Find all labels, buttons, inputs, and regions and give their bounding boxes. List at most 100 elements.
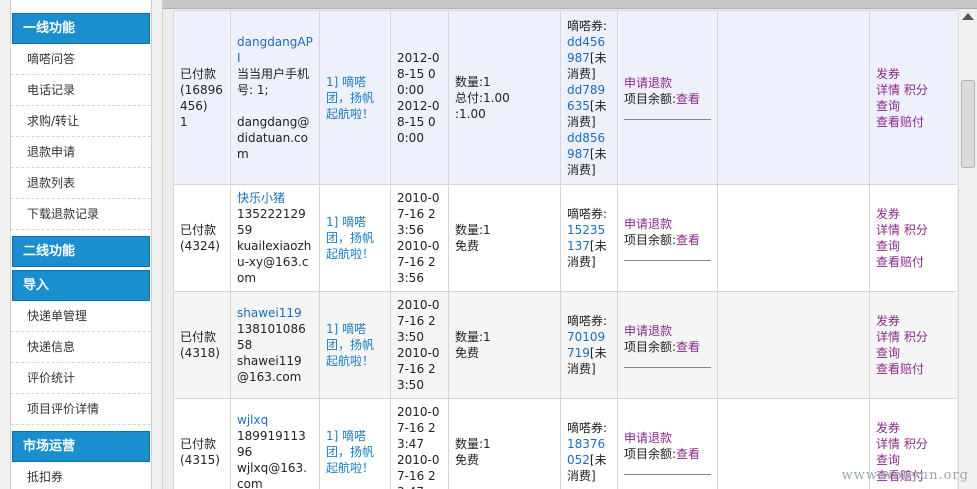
points-link[interactable]: 积分 xyxy=(904,330,928,344)
refund-block: 申请退款 项目余额:查看 xyxy=(624,323,711,368)
empty-cell xyxy=(717,184,870,292)
apply-refund-link[interactable]: 申请退款 xyxy=(624,324,672,338)
amount-cell: 数量:1 免费 xyxy=(448,291,561,399)
sidebar-section-import[interactable]: 导入 xyxy=(12,270,150,301)
refund-cell: 申请退款 项目余额:查看 xyxy=(617,398,718,489)
user-cell: 快乐小猪 13522212959 kuailexiaozhu-xy@163.co… xyxy=(230,184,320,292)
scroll-up-icon[interactable] xyxy=(962,13,974,20)
time-cell: 2012-08-15 00:00 2012-08-15 00:00 xyxy=(390,10,449,185)
view-balance-link[interactable]: 查看 xyxy=(676,447,700,461)
refund-block: 申请退款 项目余额:查看 xyxy=(624,216,711,261)
table-header-bar xyxy=(163,0,977,9)
coupon-cell: 嘀嗒券: 15235137[未消费] xyxy=(560,184,618,292)
query-link[interactable]: 查询 xyxy=(876,99,900,113)
query-link[interactable]: 查询 xyxy=(876,239,900,253)
amount-cell: 数量:1 免费 xyxy=(448,184,561,292)
balance-label: 项目余额: xyxy=(624,232,677,247)
pay-time: 2010-07-16 23:47 xyxy=(397,453,440,489)
points-link[interactable]: 积分 xyxy=(904,437,928,451)
order-time: 2012-08-15 00:00 xyxy=(397,50,440,97)
view-balance-link[interactable]: 查看 xyxy=(676,340,700,354)
coupon-label: 嘀嗒券: xyxy=(567,207,608,221)
sidebar-item-download-refund[interactable]: 下载退款记录 xyxy=(11,199,151,230)
issue-coupon-link[interactable]: 发券 xyxy=(876,207,900,221)
sidebar-section-marketing[interactable]: 市场运营 xyxy=(12,431,150,462)
coupon-label: 嘀嗒券: xyxy=(567,18,608,33)
table-row: 已付款 (4315) wjlxq 18991911396 wjlxq@163.c… xyxy=(173,398,957,489)
pay-time: 2012-08-15 00:00 xyxy=(397,98,440,145)
sidebar-item-refund-apply[interactable]: 退款申请 xyxy=(11,137,151,168)
sidebar: 一线功能 嘀嗒问答 电话记录 求购/转让 退款申请 退款列表 下载退款记录 二线… xyxy=(0,0,163,489)
view-compensation-link[interactable]: 查看赔付 xyxy=(876,115,924,129)
sidebar-item-rating-detail[interactable]: 项目评价详情 xyxy=(11,394,151,425)
user-link[interactable]: wjlxq xyxy=(237,413,268,427)
orders-table: 已付款 (16896456) 1 dangdangAPI 当当用户手机号: 1;… xyxy=(173,10,957,489)
order-count: 1 xyxy=(180,114,188,129)
deal-link[interactable]: 1] 嘀嗒团，扬帆起航啦！ xyxy=(326,429,374,475)
refund-cell: 申请退款 项目余额:查看 xyxy=(617,184,718,292)
view-balance-link[interactable]: 查看 xyxy=(676,92,700,106)
table-row: 已付款 (4324) 快乐小猪 13522212959 kuailexiaozh… xyxy=(173,184,957,292)
sidebar-item-express-manage[interactable]: 快递单管理 xyxy=(11,301,151,332)
user-link[interactable]: dangdangAPI xyxy=(237,35,313,65)
issue-coupon-link[interactable]: 发券 xyxy=(876,421,900,435)
query-link[interactable]: 查询 xyxy=(876,346,900,360)
sidebar-item-express-info[interactable]: 快递信息 xyxy=(11,332,151,363)
total: 免费 xyxy=(455,239,480,253)
sidebar-item-coupon[interactable]: 抵扣券 xyxy=(11,462,151,489)
view-compensation-link[interactable]: 查看赔付 xyxy=(876,255,924,269)
order-id: (4324) xyxy=(180,239,220,253)
total: 总付:1.00 xyxy=(455,90,510,105)
order-time: 2010-07-16 23:47 xyxy=(397,405,440,451)
refund-cell: 申请退款 项目余额:查看 xyxy=(617,291,718,399)
actions-cell: 发券 详情 积分 查询 查看赔付 xyxy=(869,184,957,292)
time-cell: 2010-07-16 23:56 2010-07-16 23:56 xyxy=(390,184,449,292)
user-email: shawei119@163.com xyxy=(237,354,302,384)
points-link[interactable]: 积分 xyxy=(904,223,928,237)
status-text: 已付款 xyxy=(180,330,217,344)
view-balance-link[interactable]: 查看 xyxy=(676,233,700,247)
sidebar-item-phone-records[interactable]: 电话记录 xyxy=(11,75,151,106)
empty-cell xyxy=(717,10,870,185)
sidebar-item-qa[interactable]: 嘀嗒问答 xyxy=(11,44,151,75)
time-cell: 2010-07-16 23:47 2010-07-16 23:47 xyxy=(390,398,449,489)
quantity: 数量:1 xyxy=(455,330,491,344)
apply-refund-link[interactable]: 申请退款 xyxy=(624,76,672,90)
user-link[interactable]: shawei119 xyxy=(237,306,302,320)
details-link[interactable]: 详情 xyxy=(876,223,900,237)
quantity: 数量:1 xyxy=(455,223,491,237)
coupon-label: 嘀嗒券: xyxy=(567,421,608,435)
user-email: dangdang@didatuan.com xyxy=(237,114,310,161)
refund-block: 申请退款 项目余额:查看 xyxy=(624,430,711,475)
deal-cell: 1] 嘀嗒团，扬帆起航啦！ xyxy=(319,398,391,489)
total: 免费 xyxy=(455,453,480,467)
view-compensation-link[interactable]: 查看赔付 xyxy=(876,362,924,376)
sidebar-section-second-line[interactable]: 二线功能 xyxy=(12,236,150,267)
details-link[interactable]: 详情 xyxy=(876,330,900,344)
sidebar-section-first-line[interactable]: 一线功能 xyxy=(12,13,150,44)
sidebar-item-rating-stats[interactable]: 评价统计 xyxy=(11,363,151,394)
user-link[interactable]: 快乐小猪 xyxy=(237,191,285,205)
order-time: 2010-07-16 23:56 xyxy=(397,191,440,237)
vertical-scrollbar[interactable] xyxy=(958,10,977,489)
order-id: (4318) xyxy=(180,346,220,360)
issue-coupon-link[interactable]: 发券 xyxy=(876,67,900,81)
sidebar-item-buy-transfer[interactable]: 求购/转让 xyxy=(11,106,151,137)
scroll-thumb[interactable] xyxy=(961,80,975,168)
deal-link[interactable]: 1] 嘀嗒团，扬帆起航啦！ xyxy=(326,215,374,261)
deal-link[interactable]: 1] 嘀嗒团，扬帆起航啦！ xyxy=(326,322,374,368)
watermark-text: www.wooyun.org xyxy=(841,468,969,483)
issue-coupon-link[interactable]: 发券 xyxy=(876,314,900,328)
query-link[interactable]: 查询 xyxy=(876,453,900,467)
points-link[interactable]: 积分 xyxy=(904,83,928,97)
time-cell: 2010-07-16 23:50 2010-07-16 23:50 xyxy=(390,291,449,399)
details-link[interactable]: 详情 xyxy=(876,437,900,451)
deal-link[interactable]: 1] 嘀嗒团，扬帆起航啦！ xyxy=(326,75,374,121)
deal-cell: 1] 嘀嗒团，扬帆起航啦！ xyxy=(319,291,391,399)
apply-refund-link[interactable]: 申请退款 xyxy=(624,431,672,445)
user-cell: wjlxq 18991911396 wjlxq@163.com xyxy=(230,398,320,489)
status-cell: 已付款 (4318) xyxy=(173,291,231,399)
sidebar-item-refund-list[interactable]: 退款列表 xyxy=(11,168,151,199)
apply-refund-link[interactable]: 申请退款 xyxy=(624,217,672,231)
details-link[interactable]: 详情 xyxy=(876,83,900,97)
